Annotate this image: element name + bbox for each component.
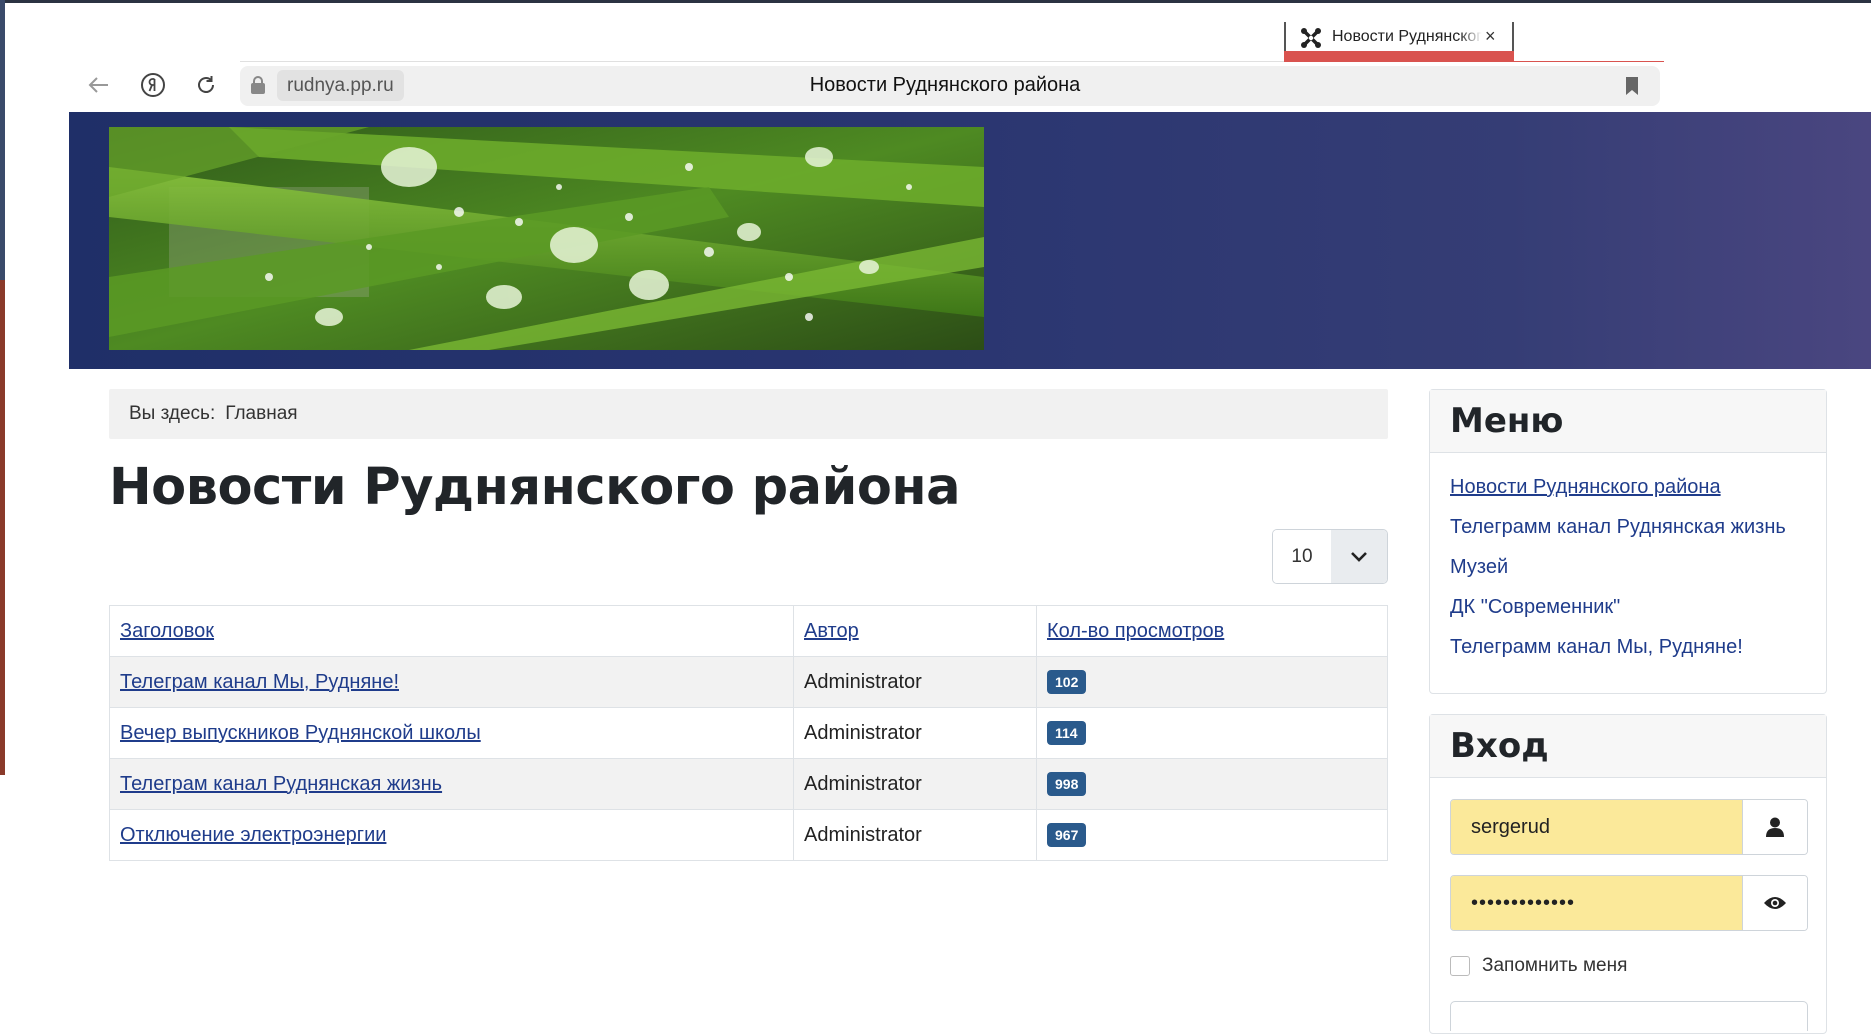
article-title-link[interactable]: Телеграм канал Руднянская жизнь: [120, 773, 442, 795]
menu-item-dk[interactable]: ДК "Современник": [1450, 595, 1806, 635]
menu-item-museum[interactable]: Музей: [1450, 555, 1806, 595]
column-header-author[interactable]: Автор: [793, 605, 1037, 657]
breadcrumb-label: Вы здесь:: [129, 403, 216, 424]
remember-me-checkbox[interactable]: [1450, 956, 1470, 976]
reload-button[interactable]: [191, 70, 221, 100]
article-title-link[interactable]: Отключение электроэнергии: [120, 824, 386, 846]
active-tab-indicator: [1284, 51, 1514, 62]
address-domain[interactable]: rudnya.pp.ru: [277, 70, 404, 101]
joomla-favicon-icon: [1301, 28, 1321, 48]
menu-item-telegram-we[interactable]: Телеграмм канал Мы, Рудняне!: [1450, 635, 1806, 675]
article-title-link[interactable]: Вечер выпускников Руднянской школы: [120, 722, 481, 744]
lock-icon[interactable]: [250, 76, 266, 94]
window-left-edge-top: [0, 0, 5, 280]
article-author: Administrator: [793, 707, 1037, 759]
menu-card: Меню Новости Руднянского района Телеграм…: [1429, 389, 1827, 694]
header-grass-image: [109, 127, 984, 350]
column-header-views[interactable]: Кол-во просмотров: [1036, 605, 1388, 657]
article-author: Administrator: [793, 809, 1037, 861]
show-password-button[interactable]: [1742, 876, 1807, 930]
password-input[interactable]: •••••••••••••: [1451, 876, 1742, 930]
column-header-title[interactable]: Заголовок: [109, 605, 794, 657]
views-badge: 102: [1047, 670, 1087, 694]
eye-icon: [1764, 897, 1786, 909]
username-addon: [1742, 800, 1807, 854]
page-title: Новости Руднянского района: [109, 458, 961, 517]
tabstrip-accent-line: [1514, 61, 1664, 62]
breadcrumb: Вы здесь: Главная: [109, 389, 1388, 439]
article-author: Administrator: [793, 656, 1037, 708]
article-title-link[interactable]: Телеграм канал Мы, Рудняне!: [120, 671, 399, 693]
remember-me[interactable]: Запомнить меня: [1450, 955, 1627, 977]
views-badge: 967: [1047, 823, 1087, 847]
login-card: Вход sergerud ••••••••••••• Запомнить ме…: [1429, 714, 1827, 1034]
username-input[interactable]: sergerud: [1451, 800, 1742, 854]
table-row: Телеграм канал Мы, Рудняне! Administrato…: [109, 656, 1388, 708]
menu-item-news[interactable]: Новости Руднянского района: [1450, 475, 1806, 515]
table-header-row: Заголовок Автор Кол-во просмотров: [109, 605, 1388, 657]
window-top-border: [0, 0, 1871, 3]
views-badge: 998: [1047, 772, 1087, 796]
yandex-logo-icon: [141, 73, 165, 97]
login-submit-button[interactable]: [1450, 1001, 1808, 1031]
list-limit-select[interactable]: 10: [1272, 529, 1388, 584]
list-limit-toggle[interactable]: [1331, 530, 1387, 583]
address-page-title: Новости Руднянского района: [809, 74, 1081, 96]
chevron-down-icon: [1351, 551, 1367, 562]
tabstrip-divider: [240, 61, 1284, 62]
articles-table: Заголовок Автор Кол-во просмотров Телегр…: [109, 605, 1388, 861]
user-icon: [1766, 817, 1784, 837]
reload-icon: [198, 76, 214, 93]
password-field-group: •••••••••••••: [1450, 875, 1808, 931]
menu-list: Новости Руднянского района Телеграмм кан…: [1430, 453, 1826, 683]
menu-item-telegram-life[interactable]: Телеграмм канал Руднянская жизнь: [1450, 515, 1806, 555]
table-row: Телеграм канал Руднянская жизнь Administ…: [109, 758, 1388, 810]
arrow-left-icon: [88, 77, 108, 93]
article-author: Administrator: [793, 758, 1037, 810]
yandex-button[interactable]: [138, 70, 168, 100]
views-badge: 114: [1047, 721, 1086, 745]
table-row: Отключение электроэнергии Administrator …: [109, 809, 1388, 861]
back-button[interactable]: [84, 70, 114, 100]
breadcrumb-current: Главная: [225, 403, 298, 424]
table-row: Вечер выпускников Руднянской школы Admin…: [109, 707, 1388, 759]
login-card-title: Вход: [1430, 715, 1826, 778]
bookmark-icon[interactable]: [1624, 76, 1640, 96]
remember-me-label: Запомнить меня: [1482, 955, 1628, 976]
tab-title: Новости Руднянского района: [1332, 28, 1482, 45]
username-field-group: sergerud: [1450, 799, 1808, 855]
menu-card-title: Меню: [1430, 390, 1826, 453]
tab-close-icon[interactable]: ×: [1485, 26, 1496, 47]
list-limit-value[interactable]: 10: [1273, 530, 1331, 583]
